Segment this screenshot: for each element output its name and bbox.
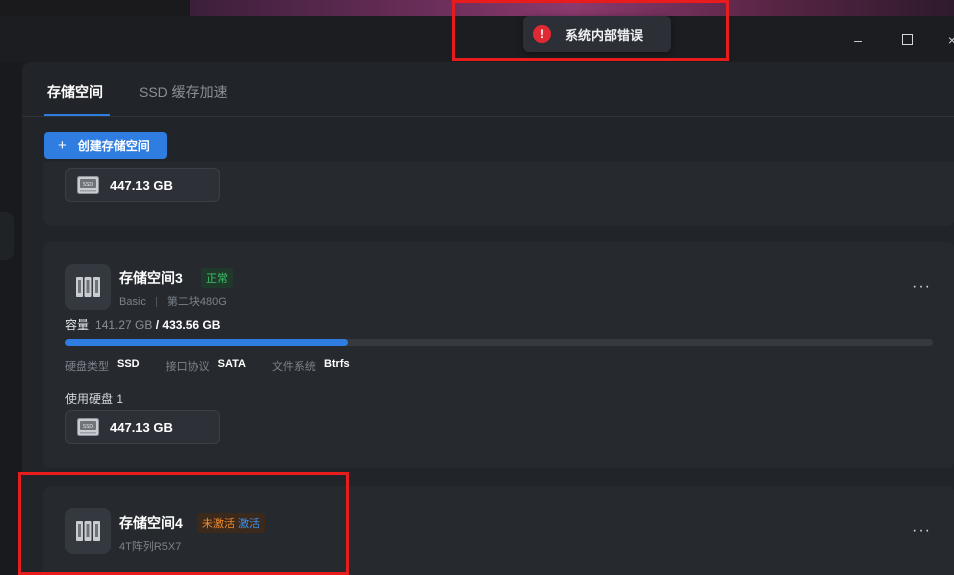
- active-tab-indicator: [44, 114, 110, 116]
- capacity-progress-fill: [65, 339, 348, 346]
- capacity-line: 容量 141.27 GB / 433.56 GB: [65, 316, 220, 333]
- capacity-total: / 433.56 GB: [155, 318, 221, 332]
- maximize-icon: [901, 34, 913, 45]
- tab-bar: 存储空间 SSD 缓存加速: [22, 62, 954, 117]
- disk-meta: 硬盘类型 SSD 接口协议 SATA 文件系统 Btrfs: [65, 358, 376, 374]
- ssd-icon: SSD: [77, 176, 99, 194]
- disk-chip[interactable]: SSD 447.13 GB: [65, 410, 220, 444]
- interface-label: 接口协议: [165, 361, 210, 373]
- capacity-used: 141.27 GB: [95, 318, 153, 332]
- storage-pool-icon: [65, 264, 111, 310]
- capacity-label: 容量: [65, 318, 90, 332]
- pool-description: 第二块480G: [166, 296, 227, 308]
- more-options-button[interactable]: ···: [912, 278, 931, 296]
- status-badge: 正常: [201, 268, 233, 288]
- disk-size: 447.13 GB: [110, 419, 173, 435]
- pool-name: 存储空间3: [119, 270, 183, 286]
- close-button[interactable]: ×: [942, 30, 954, 50]
- disk-size: 447.13 GB: [110, 177, 173, 193]
- filesystem-label: 文件系统: [271, 361, 316, 373]
- storage-pool-card: 存储空间3 正常 Basic 第二块480G ··· 容量 141.27 GB / …: [43, 242, 954, 468]
- capacity-progress-bar: [65, 339, 933, 346]
- raid-type: Basic: [119, 296, 146, 308]
- screen: – × 存储空间 SSD 缓存加速 + 创建存储空间 SSD 447.13 GB…: [0, 0, 954, 575]
- pool-subtitle: Basic 第二块480G: [119, 293, 227, 309]
- sidebar-collapse-handle[interactable]: [0, 212, 14, 260]
- annotation-box-toast: [452, 0, 729, 61]
- disk-chip[interactable]: SSD 447.13 GB: [65, 168, 220, 202]
- divider: [155, 297, 157, 308]
- filesystem-value: Btrfs: [323, 358, 350, 370]
- svg-text:SSD: SSD: [83, 424, 93, 430]
- wallpaper-dark-area: [0, 0, 190, 16]
- ssd-icon: SSD: [77, 418, 99, 436]
- maximize-button[interactable]: [897, 30, 917, 50]
- storage-pool-card-partial: SSD 447.13 GB: [43, 162, 954, 226]
- annotation-box-pool4: [18, 472, 349, 575]
- tab-ssd-cache[interactable]: SSD 缓存加速: [139, 82, 228, 102]
- minimize-button[interactable]: –: [848, 30, 868, 50]
- tab-storage-space[interactable]: 存储空间: [47, 82, 103, 102]
- create-storage-label: 创建存储空间: [77, 139, 150, 153]
- more-options-button[interactable]: ···: [912, 522, 931, 540]
- interface-value: SATA: [217, 358, 246, 370]
- disk-type-value: SSD: [117, 358, 140, 370]
- disk-array-icon: [76, 277, 100, 297]
- svg-text:SSD: SSD: [83, 182, 93, 188]
- plus-icon: +: [58, 137, 67, 154]
- disk-type-label: 硬盘类型: [65, 361, 109, 373]
- create-storage-button[interactable]: + 创建存储空间: [44, 132, 167, 159]
- used-disks-label: 使用硬盘 1: [65, 392, 124, 406]
